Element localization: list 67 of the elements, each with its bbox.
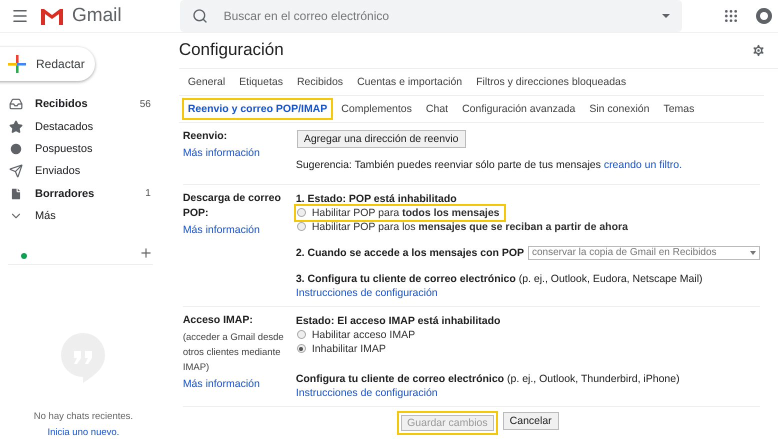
folder-count: 1	[145, 188, 151, 200]
settings-tab[interactable]: Recibidos	[290, 70, 350, 93]
client-text: Configura tu cliente de correo electrónico (p. ej., Outlook, Thunderbird, iPhone)	[296, 372, 681, 386]
settings-tab[interactable]: Chat	[420, 98, 454, 120]
radio-button[interactable]	[296, 344, 306, 354]
add-forwarding-button[interactable]: Agregar una dirección de reenvio	[296, 130, 466, 148]
hint-text: Sugerencia: También puedes reenviar sólo parte de tus mensajes creando un filtro.	[296, 158, 684, 172]
section-label: Acceso IMAP:	[182, 312, 254, 328]
radio-label: Habilitar acceso IMAP	[312, 328, 416, 342]
radio-button[interactable]	[296, 208, 306, 218]
caret-icon[interactable]	[662, 14, 670, 18]
status-dot-icon	[21, 252, 27, 259]
file-icon	[9, 186, 23, 201]
settings-tab[interactable]: Sin conexión	[583, 98, 656, 120]
empty-chat-text: No hay chats recientes.	[34, 411, 134, 422]
client-text: 3. Configura tu cliente de correo electrónico (p. ej., Outlook, Eudora, Netscape Mail)	[296, 272, 704, 286]
status-heading: 1. Estado: POP está inhabilitado	[296, 192, 458, 206]
search-field[interactable]: Buscar en el correo electrónico	[222, 8, 648, 24]
radio-button[interactable]	[296, 222, 306, 232]
page-title: Configuración	[178, 40, 284, 60]
folder-item[interactable]: Recibidos 56	[0, 93, 167, 116]
section-label: Reenvio:	[182, 128, 228, 144]
select-label: 2. Cuando se accede a los mensajes con POP	[296, 246, 524, 260]
caret-icon	[750, 250, 756, 255]
radio-option[interactable]: Inhabilitar IMAP	[296, 342, 390, 356]
folder-count: 56	[140, 98, 151, 110]
settings-tab[interactable]: General	[182, 70, 232, 93]
star-icon	[9, 120, 23, 134]
settings-tab[interactable]: Configuración avanzada	[456, 98, 582, 120]
cancel-button[interactable]: Cancelar	[502, 412, 559, 430]
select-value: conservar la copia de Gmail en Recibidos	[532, 247, 717, 258]
settings-tab[interactable]: Cuentas e importación	[351, 70, 468, 93]
settings-tab[interactable]: Etiquetas	[233, 70, 289, 93]
settings-tab[interactable]: Filtros y direcciones bloqueadas	[470, 70, 632, 93]
settings-tab[interactable]: Temas	[657, 98, 700, 120]
instructions-link[interactable]: Instrucciones de configuración	[296, 386, 438, 400]
settings-tab[interactable]: Reenvio y correo POP/IMAP	[182, 98, 334, 120]
search-icon[interactable]	[192, 8, 208, 24]
section-note: (acceder a Gmail desde otros clientes mediante IMAP)	[182, 330, 285, 375]
radio-option[interactable]: Habilitar acceso IMAP	[296, 328, 420, 342]
search-bar[interactable]: Buscar en el correo electrónico	[180, 0, 682, 32]
folder-item[interactable]: Enviados	[0, 160, 167, 183]
radio-button[interactable]	[296, 330, 306, 340]
compose-button[interactable]: Redactar	[0, 47, 95, 81]
folder-item[interactable]: Borradores 1	[0, 182, 167, 205]
select-field[interactable]: conservar la copia de Gmail en Recibidos	[528, 246, 760, 260]
app-name: Gmail	[72, 5, 122, 27]
section-label: Descarga de correo POP:	[182, 190, 282, 221]
account-avatar-icon[interactable]	[756, 8, 772, 24]
more-info-link[interactable]: Más información	[182, 146, 260, 161]
plus-icon	[8, 55, 26, 73]
new-chat-link[interactable]: Inicia uno nuevo.	[47, 427, 120, 438]
plus-icon[interactable]	[138, 246, 153, 260]
send-icon	[9, 164, 23, 178]
folder-item[interactable]: Más	[0, 204, 167, 228]
more-info-link[interactable]: Más información	[182, 376, 260, 392]
more-info-link[interactable]: Más información	[182, 222, 260, 238]
inbox-icon	[9, 97, 23, 112]
gmail-logo-icon	[40, 7, 64, 25]
folder-item[interactable]: Destacados	[0, 115, 167, 138]
status-heading: Estado: El acceso IMAP está inhabilitado	[296, 314, 502, 328]
create-filter-link[interactable]: creando un filtro.	[604, 158, 682, 171]
radio-label: Inhabilitar IMAP	[312, 342, 386, 356]
folder-item[interactable]: Pospuestos	[0, 138, 167, 160]
instructions-link[interactable]: Instrucciones de configuración	[296, 286, 438, 300]
settings-icon[interactable]	[751, 42, 766, 58]
settings-tab[interactable]: Complementos	[335, 98, 418, 120]
